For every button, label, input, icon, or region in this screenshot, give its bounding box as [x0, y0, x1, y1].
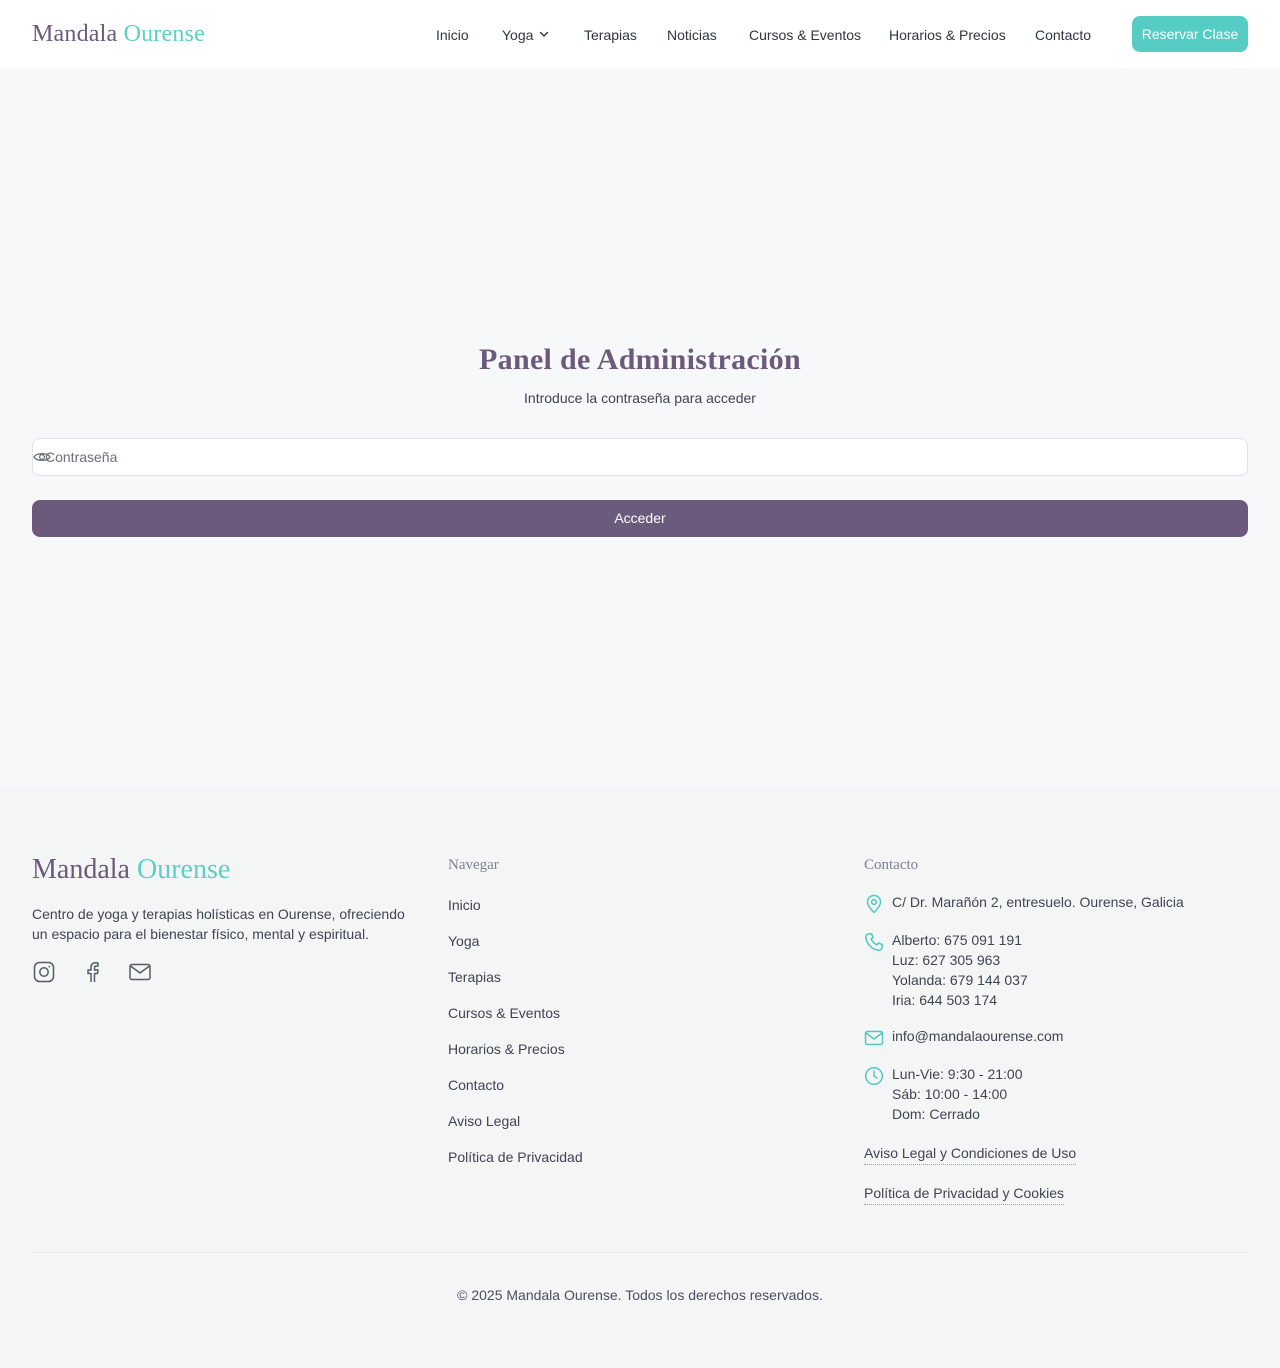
nav-item-inicio[interactable]: Inicio [436, 25, 469, 45]
reserve-class-button[interactable]: Reservar Clase [1132, 16, 1248, 52]
hours-weekdays: Lun-Vie: 9:30 - 21:00 [892, 1066, 1023, 1082]
contact-phone-4[interactable]: Iria: 644 503 174 [892, 990, 997, 1010]
footer-link-horarios-precios[interactable]: Horarios & Precios [448, 1039, 565, 1059]
legal-terms-link[interactable]: Aviso Legal y Condiciones de Uso [864, 1143, 1077, 1165]
email-icon [864, 1030, 884, 1046]
eye-icon[interactable] [33, 449, 51, 465]
footer-link-contacto[interactable]: Contacto [448, 1075, 504, 1095]
nav-item-noticias[interactable]: Noticias [667, 25, 717, 45]
page-subtitle: Introduce la contraseña para acceder [524, 390, 756, 406]
contact-phone-2[interactable]: Luz: 627 305 963 [892, 950, 1000, 970]
clock-icon [864, 1066, 884, 1086]
footer-description: Centro de yoga y terapias holísticas en … [32, 906, 405, 942]
copyright: © 2025 Mandala Ourense. Todos los derech… [457, 1287, 823, 1303]
privacy-cookies-link[interactable]: Política de Privacidad y Cookies [864, 1183, 1064, 1205]
password-field-wrapper [32, 438, 1248, 476]
footer-link-privacidad[interactable]: Política de Privacidad [448, 1147, 583, 1167]
contact-email[interactable]: info@mandalaourense.com [892, 1026, 1063, 1046]
nav-item-horarios-precios[interactable]: Horarios & Precios [889, 25, 1006, 45]
password-input[interactable] [45, 439, 1235, 475]
footer-nav-title: Navegar [448, 857, 499, 873]
contact-phone-3[interactable]: Yolanda: 679 144 037 [892, 970, 1028, 990]
nav-item-contacto[interactable]: Contacto [1035, 25, 1091, 45]
nav-item-cursos-eventos[interactable]: Cursos & Eventos [749, 25, 861, 45]
contact-phone-1[interactable]: Alberto: 675 091 191 [892, 930, 1022, 950]
instagram-icon[interactable] [32, 960, 56, 984]
nav-item-yoga[interactable]: Yoga [502, 25, 549, 45]
footer-logo-first-word: Mandala [32, 854, 130, 885]
footer-logo[interactable]: Mandala Ourense [32, 852, 230, 888]
map-pin-icon [866, 894, 882, 914]
footer-divider [32, 1252, 1248, 1253]
mail-icon[interactable] [128, 960, 152, 984]
page-title: Panel de Administración [479, 343, 801, 376]
footer-link-yoga[interactable]: Yoga [448, 931, 479, 951]
footer-link-cursos-eventos[interactable]: Cursos & Eventos [448, 1003, 560, 1023]
facebook-icon[interactable] [80, 960, 104, 984]
nav-item-terapias[interactable]: Terapias [584, 25, 637, 45]
footer-contact-title: Contacto [864, 857, 919, 873]
footer-logo-second-word: Ourense [136, 854, 231, 885]
chevron-down-icon [540, 31, 549, 37]
site-header: Mandala Ourense Inicio Yoga Terapias Not… [0, 0, 1280, 68]
site-logo[interactable]: Mandala Ourense [32, 19, 205, 49]
footer-link-terapias[interactable]: Terapias [448, 967, 501, 987]
access-button[interactable]: Acceder [32, 500, 1248, 537]
hours-sunday: Dom: Cerrado [892, 1106, 980, 1122]
site-footer: Mandala Ourense Centro de yoga y terapia… [0, 788, 1280, 1368]
footer-link-inicio[interactable]: Inicio [448, 895, 481, 915]
logo-second-word: Ourense [123, 21, 205, 47]
hours-saturday: Sáb: 10:00 - 14:00 [892, 1086, 1008, 1102]
footer-link-aviso-legal[interactable]: Aviso Legal [448, 1111, 520, 1131]
phone-icon [865, 933, 883, 951]
nav-item-yoga-label: Yoga [502, 27, 534, 43]
logo-first-word: Mandala [32, 21, 118, 47]
contact-address: C/ Dr. Marañón 2, entresuelo. Ourense, G… [892, 894, 1184, 910]
